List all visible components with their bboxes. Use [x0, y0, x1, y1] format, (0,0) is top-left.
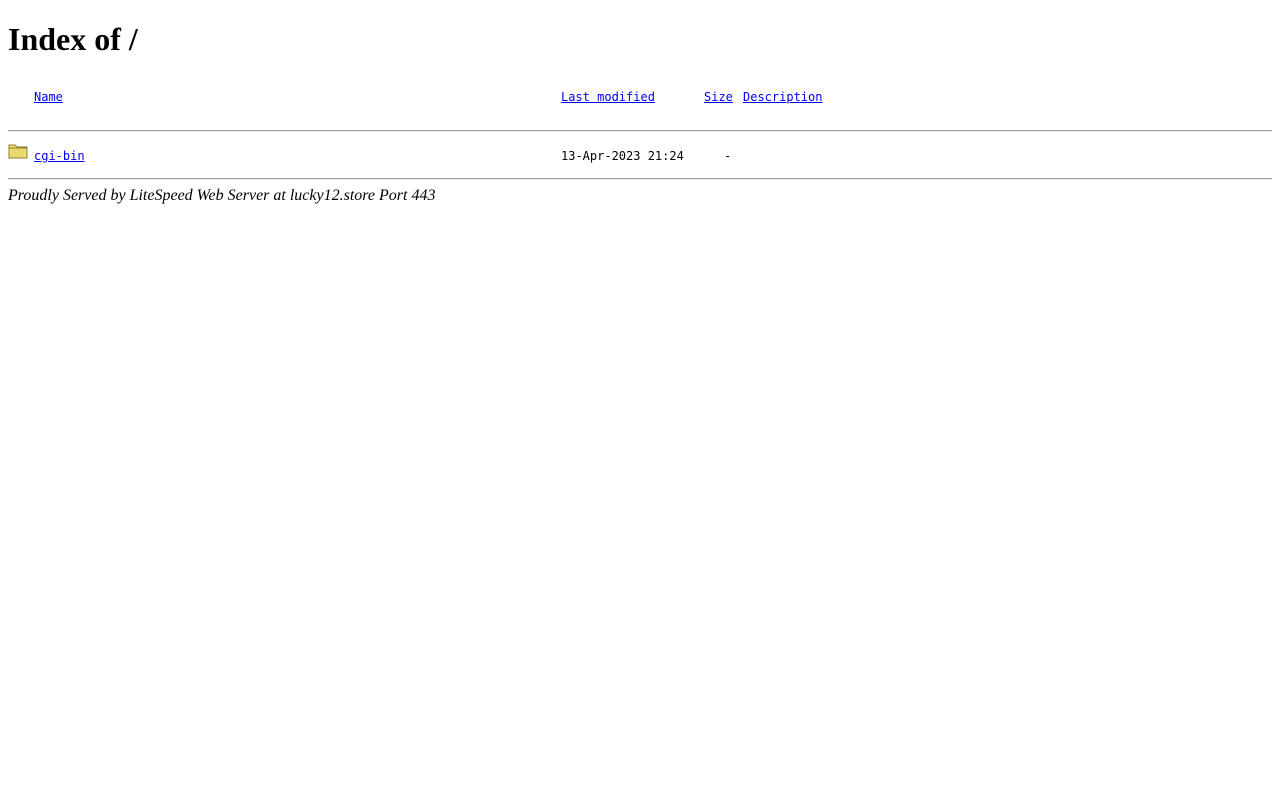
footer-divider: [8, 178, 1272, 180]
page-title: Index of /: [8, 21, 138, 57]
server-signature: Proudly Served by LiteSpeed Web Server a…: [8, 187, 436, 204]
header-last-modified-sort-link[interactable]: Last modified: [561, 90, 655, 104]
header-size-sort-link[interactable]: Size: [704, 90, 733, 104]
folder-icon: [8, 142, 28, 160]
header-divider: [8, 130, 1272, 132]
row-last-modified: 13-Apr-2023 21:24: [561, 149, 684, 163]
header-description-sort-link[interactable]: Description: [743, 90, 822, 104]
header-name-sort-link[interactable]: Name: [34, 90, 63, 104]
row-size: -: [724, 149, 732, 163]
row-name-link[interactable]: cgi-bin: [34, 149, 85, 163]
